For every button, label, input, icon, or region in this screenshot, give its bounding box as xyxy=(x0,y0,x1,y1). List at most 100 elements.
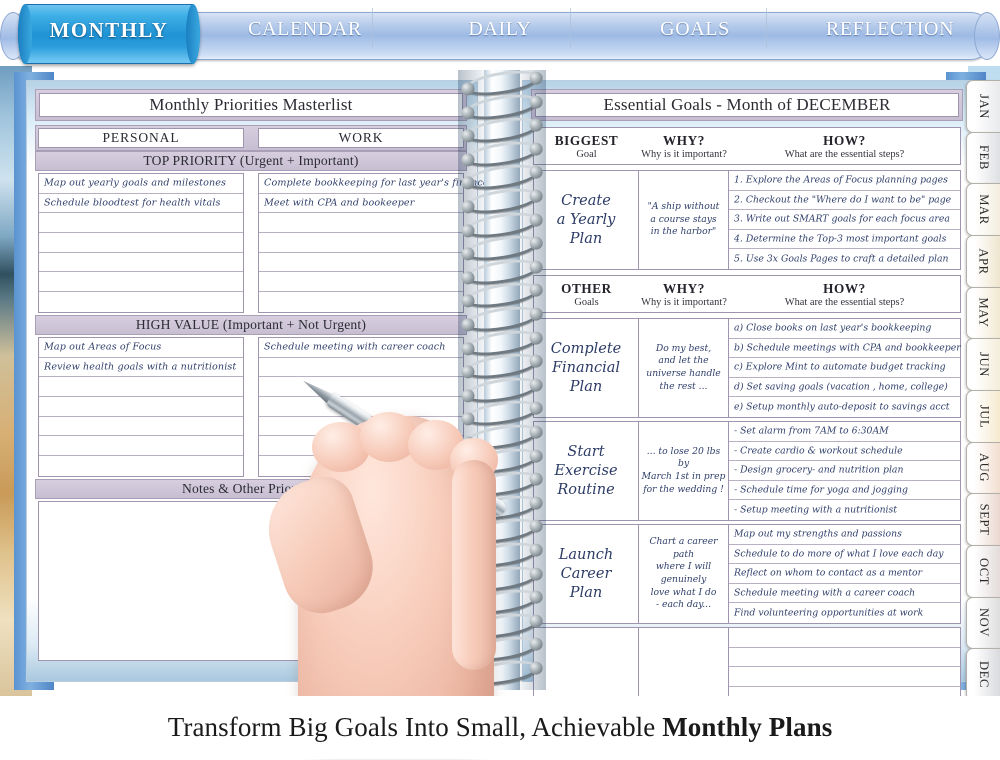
step-row[interactable]: 2. Checkout the "Where do I want to be" … xyxy=(729,191,960,211)
tab-reflection[interactable]: REFLECTION xyxy=(790,12,990,46)
step-row[interactable]: Reflect on whom to contact as a mentor xyxy=(729,564,960,584)
month-tab-aug[interactable]: AUG xyxy=(966,441,1000,495)
list-item[interactable]: Map out Areas of Focus xyxy=(39,338,243,358)
list-item[interactable]: Schedule bloodtest for health vitals xyxy=(39,194,243,214)
biggest-goal-steps-cell[interactable]: 1. Explore the Areas of Focus planning p… xyxy=(729,171,960,269)
month-tab-mar[interactable]: MAR xyxy=(966,183,1000,236)
list-item[interactable] xyxy=(259,397,463,417)
list-item[interactable] xyxy=(259,436,463,457)
list-item[interactable] xyxy=(259,417,463,437)
month-tab-label: MAR xyxy=(977,194,991,225)
list-item-text: Schedule meeting with career coach xyxy=(264,341,446,353)
list-item[interactable] xyxy=(259,213,463,234)
step-row[interactable]: c) Explore Mint to automate budget track… xyxy=(729,358,960,378)
month-tab-oct[interactable]: OCT xyxy=(966,545,1000,598)
list-item[interactable]: Schedule meeting with career coach xyxy=(259,338,463,358)
list-item[interactable] xyxy=(39,397,243,417)
other-goal-row[interactable]: Launch Career Plan Chart a career path wher… xyxy=(533,524,961,624)
list-item[interactable]: Review health goals with a nutritionist xyxy=(39,358,243,378)
month-tab-jul[interactable]: JUL xyxy=(966,390,1000,443)
list-item[interactable] xyxy=(259,456,463,476)
other-goal-row[interactable]: Complete Financial Plan Do my best, and let… xyxy=(533,318,961,418)
list-item[interactable] xyxy=(39,213,243,234)
step-row[interactable]: Schedule to do more of what I love each … xyxy=(729,545,960,565)
list-item[interactable] xyxy=(39,292,243,312)
list-item[interactable] xyxy=(39,456,243,476)
other-goal-name-cell[interactable]: Complete Financial Plan xyxy=(534,319,639,417)
other-goal-why-cell[interactable]: ... to lose 20 lbs by March 1st in prep fo… xyxy=(639,422,729,520)
month-tab-feb[interactable]: FEB xyxy=(966,131,1000,185)
step-row[interactable]: - Schedule time for yoga and jogging xyxy=(729,481,960,501)
biggest-goal-name-cell[interactable]: Create a Yearly Plan xyxy=(534,171,639,269)
other-goal-why-cell[interactable]: Do my best, and let the universe handle the… xyxy=(639,319,729,417)
list-item[interactable]: Map out yearly goals and milestones xyxy=(39,174,243,194)
step-row[interactable]: - Create cardio & workout schedule xyxy=(729,442,960,462)
month-tab-jan[interactable]: JAN xyxy=(966,80,1000,133)
list-item[interactable] xyxy=(39,233,243,253)
month-tab-sept[interactable]: SEPT xyxy=(966,493,1000,546)
list-item[interactable] xyxy=(259,377,463,398)
biggest-goal-row[interactable]: Create a Yearly Plan "A ship without a cour… xyxy=(533,170,961,270)
notes-box[interactable] xyxy=(38,501,464,661)
step-row[interactable]: a) Close books on last year's bookkeepin… xyxy=(729,319,960,339)
caption-normal: Transform Big Goals Into Small, Achievab… xyxy=(167,712,663,742)
caption-bar: Transform Big Goals Into Small, Achievab… xyxy=(0,696,1000,759)
tab-daily[interactable]: DAILY xyxy=(410,12,590,46)
step-row[interactable]: Map out my strengths and passions xyxy=(729,525,960,545)
list-item[interactable] xyxy=(259,358,463,378)
list-item[interactable] xyxy=(259,233,463,253)
tab-calendar[interactable]: CALENDAR xyxy=(210,12,400,46)
step-row[interactable]: 1. Explore the Areas of Focus planning p… xyxy=(729,171,960,191)
list-item[interactable] xyxy=(259,292,463,312)
step-row[interactable]: - Setup meeting with a nutritionist xyxy=(729,500,960,520)
month-tab-jun[interactable]: JUN xyxy=(966,338,1000,391)
step-row[interactable]: 3. Write out SMART goals for each focus … xyxy=(729,210,960,230)
list-item[interactable] xyxy=(39,272,243,293)
month-tab-nov[interactable]: NOV xyxy=(966,596,1000,650)
other-goal-steps-cell[interactable]: a) Close books on last year's bookkeepin… xyxy=(729,319,961,417)
high-value-work-list[interactable]: Schedule meeting with career coach xyxy=(258,337,464,477)
step-row[interactable]: b) Schedule meetings with CPA and bookke… xyxy=(729,339,961,359)
other-goal-steps-cell[interactable]: Map out my strengths and passions Schedu… xyxy=(729,525,960,623)
list-item[interactable]: Complete bookkeeping for last year's fin… xyxy=(259,174,494,194)
other-goal-row[interactable]: Start Exercise Routine ... to lose 20 lbs … xyxy=(533,421,961,521)
list-item[interactable] xyxy=(259,253,463,273)
month-tab-may[interactable]: MAY xyxy=(966,286,1000,340)
month-tab-apr[interactable]: APR xyxy=(966,235,1000,288)
list-item[interactable]: Meet with CPA and bookeeper xyxy=(259,194,463,214)
section-heading-top-priority: TOP PRIORITY (Urgent + Important) xyxy=(143,153,359,168)
step-row[interactable]: 5. Use 3x Goals Pages to craft a detaile… xyxy=(729,249,960,269)
list-item[interactable] xyxy=(39,436,243,457)
high-value-personal-list[interactable]: Map out Areas of Focus Review health goa… xyxy=(38,337,244,477)
tab-monthly[interactable]: MONTHLY xyxy=(18,4,200,64)
masterlist-title: Monthly Priorities Masterlist xyxy=(39,93,463,117)
step-row[interactable]: d) Set saving goals (vacation , home, co… xyxy=(729,378,960,398)
biggest-goal-why-cell[interactable]: "A ship without a course stays in the harb… xyxy=(639,171,729,269)
step-row[interactable]: - Design grocery- and nutrition plan xyxy=(729,461,960,481)
step-row[interactable]: - Set alarm from 7AM to 6:30AM xyxy=(729,422,960,442)
top-priority-personal-list[interactable]: Map out yearly goals and milestones Sche… xyxy=(38,173,244,313)
step-row[interactable]: Schedule meeting with a career coach xyxy=(729,584,960,604)
other-why-header-sub: Why is it important? xyxy=(641,296,727,308)
list-item[interactable] xyxy=(39,377,243,398)
other-goal-name-cell[interactable]: Launch Career Plan xyxy=(534,525,639,623)
list-item[interactable] xyxy=(39,253,243,273)
month-tab-label: DEC xyxy=(977,661,991,689)
step-row[interactable] xyxy=(729,628,960,648)
top-priority-work-list[interactable]: Complete bookkeeping for last year's fin… xyxy=(258,173,494,313)
list-item[interactable] xyxy=(39,417,243,437)
other-goals-header-row: OTHER Goals WHY? Why is it important? HO… xyxy=(533,275,961,313)
other-goal-name-cell[interactable]: Start Exercise Routine xyxy=(534,422,639,520)
step-row[interactable]: 4. Determine the Top-3 most important go… xyxy=(729,230,960,250)
step-row[interactable] xyxy=(729,648,960,668)
month-tab-dec[interactable]: DEC xyxy=(966,648,1000,701)
month-tab-label: JAN xyxy=(976,93,991,119)
step-text: 2. Checkout the "Where do I want to be" … xyxy=(734,194,952,206)
tab-goals[interactable]: GOALS xyxy=(600,12,790,46)
list-item[interactable] xyxy=(259,272,463,293)
other-goal-steps-cell[interactable]: - Set alarm from 7AM to 6:30AM - Create … xyxy=(729,422,960,520)
other-goal-why-cell[interactable]: Chart a career path where I will genuinel… xyxy=(639,525,729,623)
step-row[interactable]: Find volunteering opportunities at work xyxy=(729,603,960,623)
step-row[interactable] xyxy=(729,667,960,687)
step-row[interactable]: e) Setup monthly auto-deposit to savings… xyxy=(729,397,960,417)
